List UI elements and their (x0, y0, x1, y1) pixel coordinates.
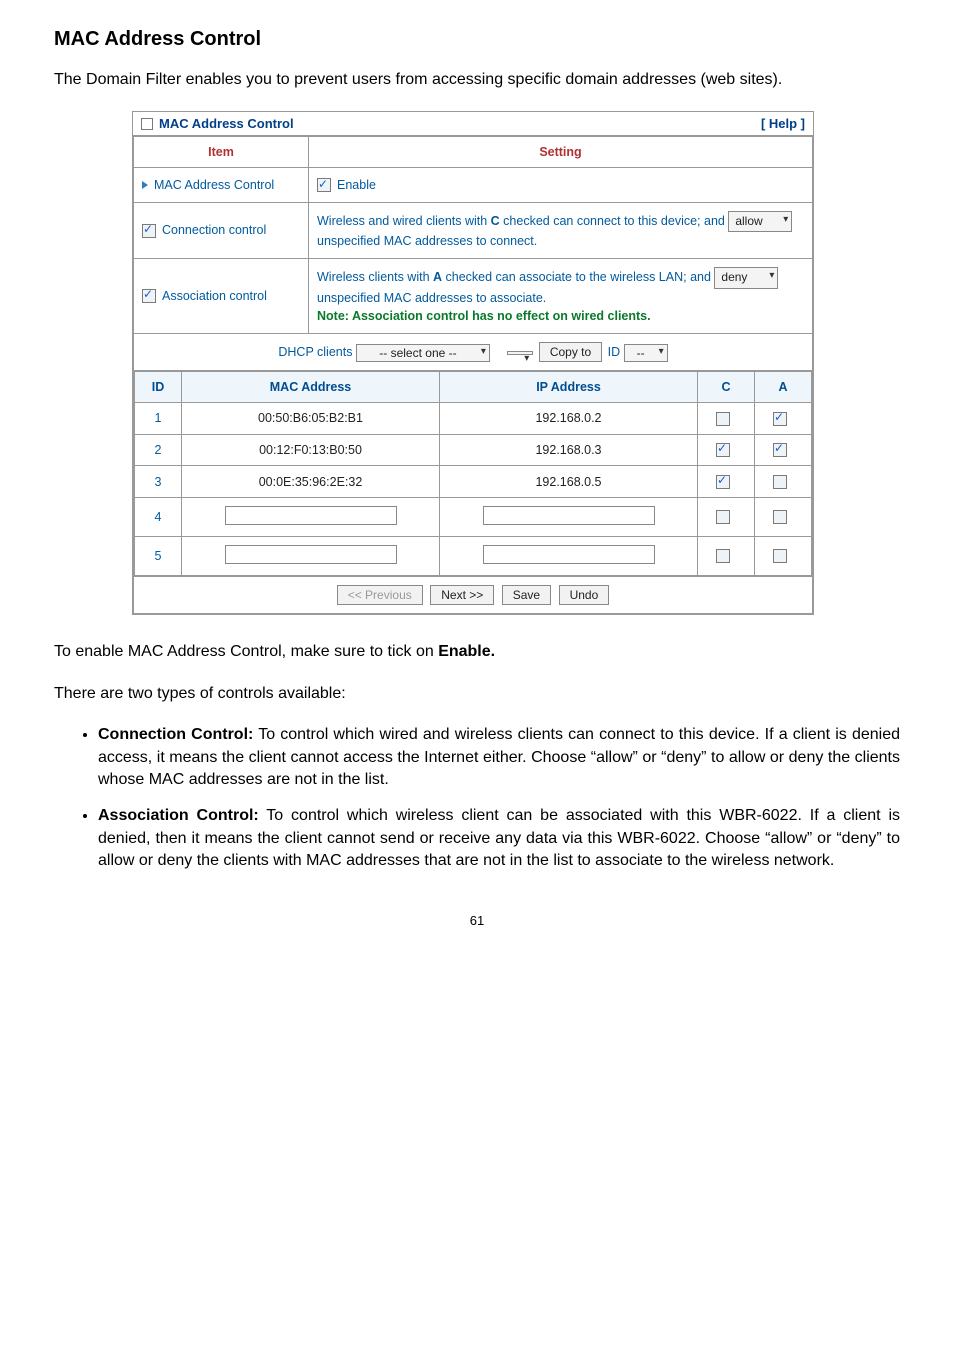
conn-bold-c: C (491, 214, 500, 228)
a-checkbox[interactable] (773, 443, 787, 457)
c-checkbox[interactable] (716, 549, 730, 563)
panel-title-text: MAC Address Control (159, 116, 294, 131)
enable-checkbox[interactable] (317, 178, 331, 192)
a-checkbox[interactable] (773, 412, 787, 426)
row-mac-address-control: MAC Address Control (134, 167, 309, 202)
dhcp-label: DHCP clients (278, 345, 352, 359)
a-checkbox[interactable] (773, 510, 787, 524)
page-title: MAC Address Control (54, 28, 900, 51)
connection-label: Connection control (162, 223, 266, 237)
assoc-text-mid: checked can associate to the wireless LA… (442, 270, 714, 284)
bullet-association-control: Association Control: To control which wi… (98, 805, 900, 872)
mac-control-panel: MAC Address Control [ Help ] Item Settin… (132, 111, 814, 615)
table-row: 1 00:50:B6:05:B2:B1 192.168.0.2 (135, 402, 812, 434)
assoc-text-post: unspecified MAC addresses to associate. (317, 291, 546, 305)
association-note: Note: Association control has no effect … (317, 309, 651, 323)
bullet-connection-control: Connection Control: To control which wir… (98, 724, 900, 791)
th-a: A (755, 371, 812, 402)
cell-id: 4 (135, 497, 182, 536)
c-checkbox[interactable] (716, 510, 730, 524)
ip-input[interactable] (483, 545, 655, 564)
copy-to-button[interactable]: Copy to (539, 342, 602, 362)
id-select[interactable]: -- (624, 344, 668, 362)
settings-table: Item Setting MAC Address Control Enable … (133, 136, 813, 614)
col-header-setting: Setting (309, 136, 813, 167)
dhcp-select[interactable]: -- select one -- (356, 344, 490, 362)
c-checkbox[interactable] (716, 443, 730, 457)
cell-ip: 192.168.0.5 (440, 466, 698, 498)
button-row: << Previous Next >> Save Undo (134, 576, 813, 613)
dhcp-blank-select[interactable] (507, 351, 533, 355)
cell-id: 2 (135, 434, 182, 466)
mac-input[interactable] (225, 506, 397, 525)
th-id: ID (135, 371, 182, 402)
enable-label: Enable (337, 178, 376, 192)
mac-address-table: ID MAC Address IP Address C A 1 00:50:B6… (134, 371, 812, 576)
th-mac: MAC Address (182, 371, 440, 402)
cell-mac: 00:0E:35:96:2E:32 (182, 466, 440, 498)
cell-mac: 00:50:B6:05:B2:B1 (182, 402, 440, 434)
col-header-item: Item (134, 136, 309, 167)
save-button[interactable]: Save (502, 585, 551, 605)
cell-id: 5 (135, 536, 182, 575)
connection-checkbox[interactable] (142, 224, 156, 238)
c-checkbox[interactable] (716, 412, 730, 426)
enable-instruction: To enable MAC Address Control, make sure… (54, 641, 900, 663)
th-c: C (698, 371, 755, 402)
conn-text-post: unspecified MAC addresses to connect. (317, 234, 537, 248)
row-mac-label: MAC Address Control (154, 178, 274, 192)
cell-id: 3 (135, 466, 182, 498)
a-checkbox[interactable] (773, 475, 787, 489)
assoc-text-pre: Wireless clients with (317, 270, 433, 284)
cell-ip: 192.168.0.3 (440, 434, 698, 466)
association-label: Association control (162, 289, 267, 303)
ip-input[interactable] (483, 506, 655, 525)
table-row: 3 00:0E:35:96:2E:32 192.168.0.5 (135, 466, 812, 498)
controls-intro: There are two types of controls availabl… (54, 683, 900, 705)
table-row: 4 (135, 497, 812, 536)
previous-button[interactable]: << Previous (337, 585, 423, 605)
conn-text-mid: checked can connect to this device; and (500, 214, 729, 228)
association-deny-select[interactable]: deny (714, 267, 778, 288)
cell-ip: 192.168.0.2 (440, 402, 698, 434)
table-row: 5 (135, 536, 812, 575)
mac-input[interactable] (225, 545, 397, 564)
id-label: ID (608, 345, 621, 359)
a-checkbox[interactable] (773, 549, 787, 563)
th-ip: IP Address (440, 371, 698, 402)
table-row: 2 00:12:F0:13:B0:50 192.168.0.3 (135, 434, 812, 466)
connection-description: Wireless and wired clients with C checke… (309, 202, 813, 259)
page-number: 61 (54, 913, 900, 928)
next-button[interactable]: Next >> (430, 585, 494, 605)
panel-title: MAC Address Control (141, 116, 294, 131)
c-checkbox[interactable] (716, 475, 730, 489)
connection-allow-select[interactable]: allow (728, 211, 792, 232)
intro-paragraph: The Domain Filter enables you to prevent… (54, 69, 900, 91)
conn-text-pre: Wireless and wired clients with (317, 214, 491, 228)
association-description: Wireless clients with A checked can asso… (309, 259, 813, 334)
dhcp-row: DHCP clients -- select one -- Copy to ID… (134, 333, 813, 370)
cell-id: 1 (135, 402, 182, 434)
row-association-control: Association control (134, 259, 309, 334)
row-connection-control: Connection control (134, 202, 309, 259)
assoc-bold-a: A (433, 270, 442, 284)
triangle-icon (142, 181, 148, 189)
cell-mac: 00:12:F0:13:B0:50 (182, 434, 440, 466)
association-checkbox[interactable] (142, 289, 156, 303)
undo-button[interactable]: Undo (559, 585, 610, 605)
help-link[interactable]: [ Help ] (761, 116, 805, 131)
square-icon (141, 118, 153, 130)
